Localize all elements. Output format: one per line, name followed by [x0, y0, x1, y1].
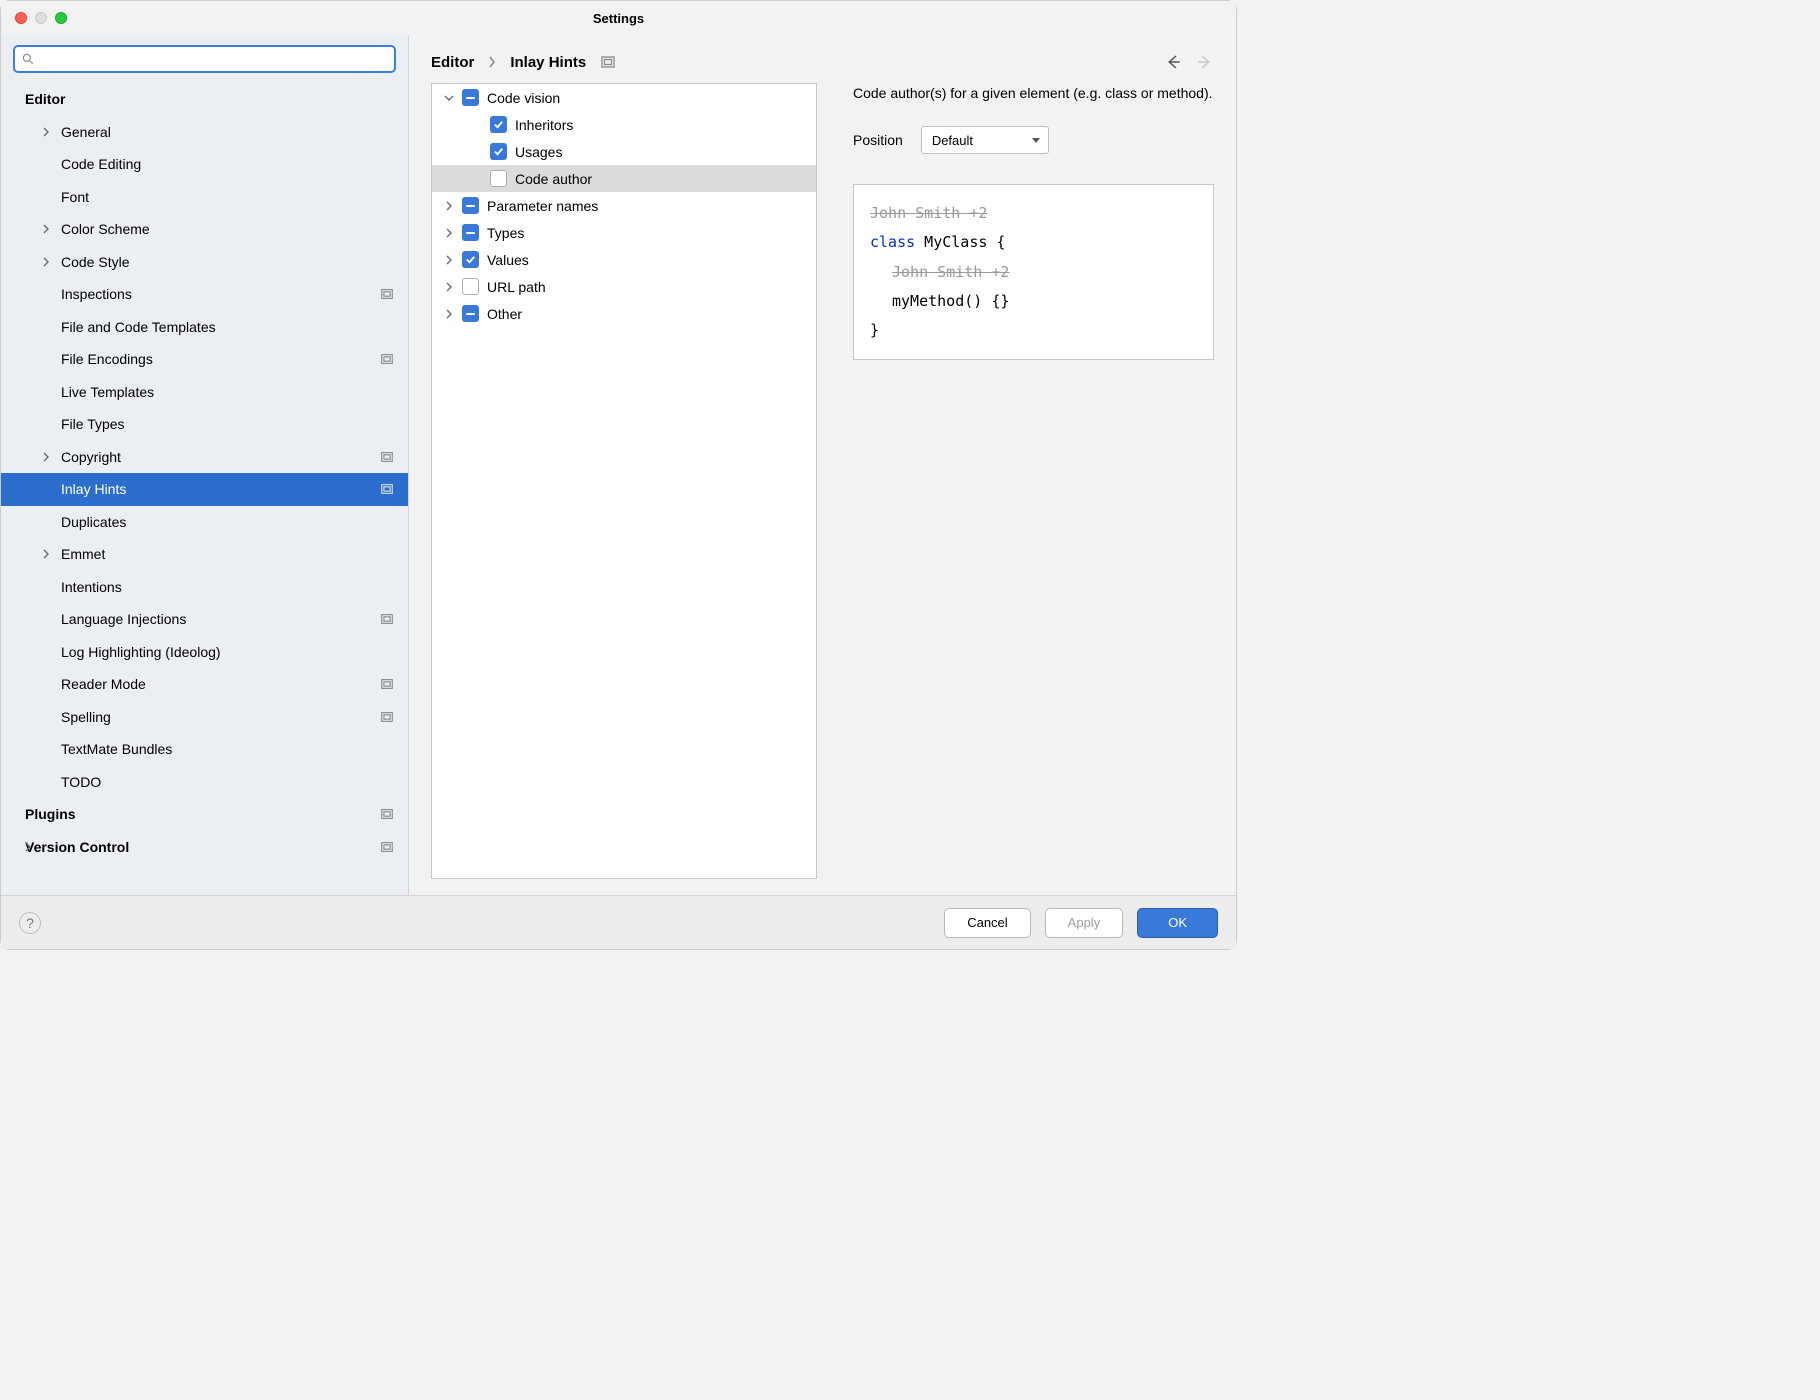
nav-item[interactable]: Code Style — [1, 246, 408, 279]
apply-button: Apply — [1045, 908, 1124, 938]
project-scope-icon — [380, 840, 394, 854]
checkbox-checked[interactable] — [462, 251, 479, 268]
nav-section-plugins[interactable]: Plugins — [1, 798, 408, 831]
project-scope-icon — [380, 807, 394, 821]
chevron-right-icon — [41, 127, 51, 137]
nav-item[interactable]: TODO — [1, 766, 408, 799]
chevron-right-icon — [41, 224, 51, 234]
nav-item[interactable]: File Encodings — [1, 343, 408, 376]
nav-item[interactable]: Log Highlighting (Ideolog) — [1, 636, 408, 669]
nav-item[interactable]: Duplicates — [1, 506, 408, 539]
nav-item[interactable]: Language Injections — [1, 603, 408, 636]
position-label: Position — [853, 132, 903, 148]
tree-item-code-vision[interactable]: Code vision — [432, 84, 816, 111]
breadcrumb-inlay-hints: Inlay Hints — [510, 54, 586, 71]
chevron-right-icon[interactable] — [444, 282, 454, 292]
nav-item[interactable]: Color Scheme — [1, 213, 408, 246]
chevron-right-icon — [488, 56, 496, 68]
help-button[interactable]: ? — [19, 912, 41, 934]
project-scope-icon — [380, 450, 394, 464]
chevron-right-icon[interactable] — [444, 309, 454, 319]
breadcrumb-editor[interactable]: Editor — [431, 54, 474, 71]
code-preview: John Smith +2 class MyClass { John Smith… — [853, 184, 1214, 360]
nav-section-version-control[interactable]: Version Control — [1, 831, 408, 864]
project-scope-icon — [600, 54, 616, 70]
chevron-right-icon[interactable] — [444, 255, 454, 265]
checkbox-checked[interactable] — [490, 143, 507, 160]
forward-button — [1196, 53, 1214, 71]
nav-item[interactable]: Code Editing — [1, 148, 408, 181]
tree-item-values[interactable]: Values — [432, 246, 816, 273]
checkbox-unchecked[interactable] — [462, 278, 479, 295]
checkbox-unchecked[interactable] — [490, 170, 507, 187]
chevron-right-icon[interactable] — [444, 228, 454, 238]
nav-item[interactable]: TextMate Bundles — [1, 733, 408, 766]
titlebar: Settings — [1, 1, 1236, 35]
search-icon — [21, 52, 35, 66]
nav-item[interactable]: File and Code Templates — [1, 311, 408, 344]
tree-item-url-path[interactable]: URL path — [432, 273, 816, 300]
checkbox-indeterminate[interactable] — [462, 89, 479, 106]
nav-item[interactable]: Copyright — [1, 441, 408, 474]
ok-button[interactable]: OK — [1137, 908, 1218, 938]
project-scope-icon — [380, 352, 394, 366]
tree-item-types[interactable]: Types — [432, 219, 816, 246]
chevron-right-icon — [41, 452, 51, 462]
preview-author-hint: John Smith +2 — [870, 258, 1197, 287]
breadcrumb: Editor Inlay Hints — [409, 35, 1236, 83]
chevron-right-icon — [23, 842, 33, 852]
tree-item-usages[interactable]: Usages — [432, 138, 816, 165]
project-scope-icon — [380, 677, 394, 691]
chevron-right-icon — [41, 257, 51, 267]
nav-item[interactable]: Inspections — [1, 278, 408, 311]
chevron-right-icon — [41, 549, 51, 559]
nav-item[interactable]: General — [1, 116, 408, 149]
nav-section-editor[interactable]: Editor — [1, 83, 408, 116]
tree-item-code-author[interactable]: Code author — [432, 165, 816, 192]
back-button[interactable] — [1164, 53, 1182, 71]
checkbox-checked[interactable] — [490, 116, 507, 133]
nav-item[interactable]: Inlay Hints — [1, 473, 408, 506]
nav-item[interactable]: File Types — [1, 408, 408, 441]
nav-item[interactable]: Font — [1, 181, 408, 214]
tree-item-parameter-names[interactable]: Parameter names — [432, 192, 816, 219]
cancel-button[interactable]: Cancel — [944, 908, 1030, 938]
detail-pane: Code author(s) for a given element (e.g.… — [853, 83, 1214, 879]
settings-nav: Editor GeneralCode EditingFontColor Sche… — [1, 83, 408, 895]
position-select[interactable]: Default — [921, 126, 1049, 154]
tree-item-inheritors[interactable]: Inheritors — [432, 111, 816, 138]
project-scope-icon — [380, 482, 394, 496]
search-input[interactable] — [13, 45, 396, 73]
nav-item[interactable]: Live Templates — [1, 376, 408, 409]
chevron-down-icon[interactable] — [444, 93, 454, 103]
inlay-hints-tree: Code vision Inheritors Usages Code autho… — [431, 83, 817, 879]
nav-item[interactable]: Reader Mode — [1, 668, 408, 701]
window-title: Settings — [1, 11, 1236, 26]
dialog-footer: ? Cancel Apply OK — [1, 895, 1236, 949]
preview-author-hint: John Smith +2 — [870, 199, 1197, 228]
nav-item[interactable]: Spelling — [1, 701, 408, 734]
nav-item[interactable]: Intentions — [1, 571, 408, 604]
project-scope-icon — [380, 710, 394, 724]
settings-sidebar: Editor GeneralCode EditingFontColor Sche… — [1, 35, 409, 895]
hint-description: Code author(s) for a given element (e.g.… — [853, 83, 1214, 104]
project-scope-icon — [380, 287, 394, 301]
checkbox-indeterminate[interactable] — [462, 305, 479, 322]
checkbox-indeterminate[interactable] — [462, 197, 479, 214]
chevron-right-icon[interactable] — [444, 201, 454, 211]
nav-item[interactable]: Emmet — [1, 538, 408, 571]
project-scope-icon — [380, 612, 394, 626]
checkbox-indeterminate[interactable] — [462, 224, 479, 241]
tree-item-other[interactable]: Other — [432, 300, 816, 327]
